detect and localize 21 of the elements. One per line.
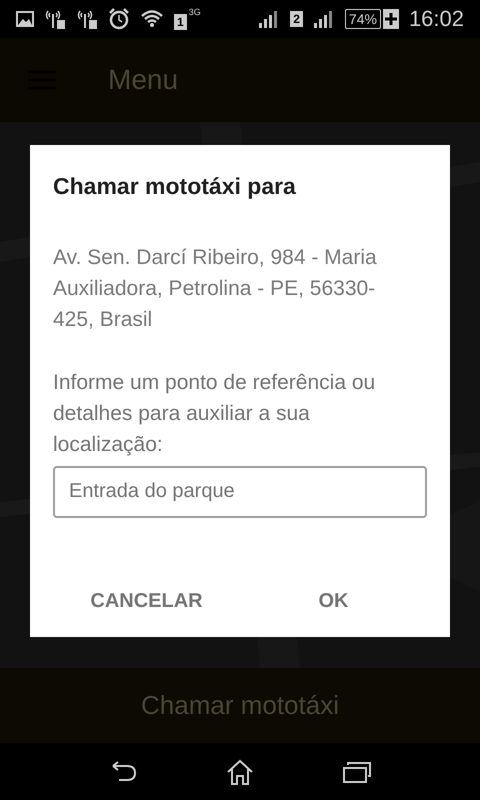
signal-icon [312, 10, 335, 28]
app-title: Menu [108, 63, 178, 97]
wifi-icon [140, 9, 164, 29]
recent-apps-icon[interactable] [343, 760, 372, 782]
home-icon[interactable] [226, 758, 254, 784]
address-text: Av. Sen. Darcí Ribeiro, 984 - Maria Auxiliadora, Petrolina - PE, 56330-425, Brasil [53, 244, 378, 332]
dialog-button[interactable]: OK [240, 578, 427, 624]
dialog-button[interactable]: CANCELAR [53, 578, 240, 624]
sim-label: 2 [290, 11, 303, 27]
alarm-clock-icon [108, 8, 130, 30]
network-type: 3G [188, 8, 201, 17]
prompt-text: Informe um ponto de referência ou detalhes para auxiliar a sua localização: [53, 370, 376, 458]
antenna-icon [76, 9, 98, 29]
charging-icon [382, 9, 399, 29]
dialog-title: Chamar mototáxi para [53, 172, 297, 201]
reference-field[interactable]: Entrada do parque [53, 466, 427, 518]
battery-level: 74% [344, 9, 381, 29]
clock: 16:02 [408, 8, 464, 30]
antenna-icon [44, 9, 66, 29]
image-icon [16, 11, 34, 27]
sim-label: 1 [174, 14, 187, 30]
